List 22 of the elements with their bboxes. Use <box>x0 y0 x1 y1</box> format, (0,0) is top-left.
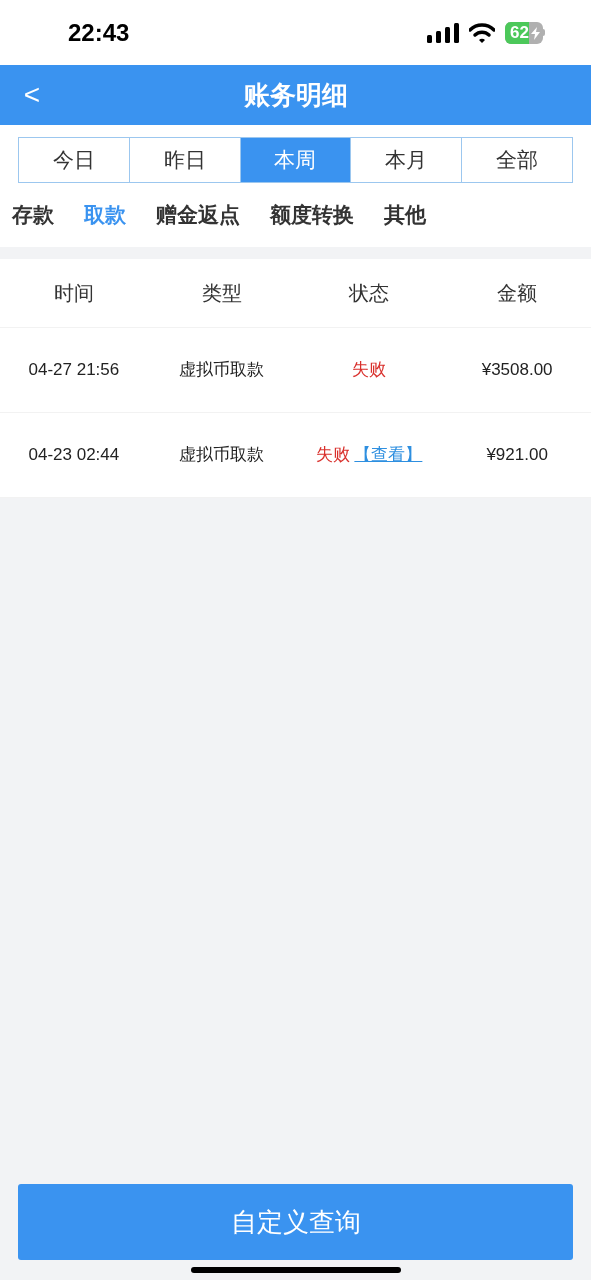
column-header: 金额 <box>497 281 538 306</box>
column-header: 状态 <box>349 281 390 306</box>
wifi-icon <box>469 22 495 43</box>
category-tab[interactable]: 其他 <box>384 199 426 231</box>
amount-cell-text: ¥3508.00 <box>481 359 553 382</box>
status-time: 22:43 <box>68 17 130 48</box>
battery-icon: 62 <box>505 21 545 44</box>
status-cell-text: 失败 <box>352 359 387 382</box>
category-tab[interactable]: 额度转换 <box>270 199 354 231</box>
column-header: 类型 <box>201 281 242 306</box>
time-cell-text: 04-27 21:56 <box>28 359 120 382</box>
type-cell-text: 虚拟币取款 <box>179 359 265 382</box>
amount-cell-text: ¥921.00 <box>486 444 548 467</box>
page-title: 账务明细 <box>243 78 348 112</box>
status-cell-text: 失败 <box>316 444 351 467</box>
column-header: 时间 <box>53 281 94 306</box>
type-cell-text: 虚拟币取款 <box>179 444 265 467</box>
time-cell-text: 04-23 02:44 <box>28 444 120 467</box>
category-tab[interactable]: 存款 <box>12 199 54 231</box>
category-tab[interactable]: 赠金返点 <box>156 199 240 231</box>
signal-icon <box>427 22 459 43</box>
view-link[interactable]: 【查看】 <box>354 442 423 468</box>
